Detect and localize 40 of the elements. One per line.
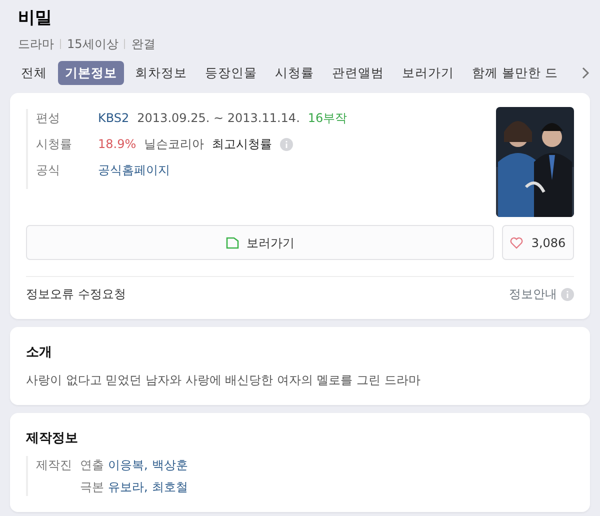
role-label: 극본 (80, 479, 104, 496)
tab[interactable]: 기본정보 (58, 60, 124, 86)
info-value: 2013.09.25. ~ 2013.11.14. (137, 110, 300, 128)
guide-label: 정보안내 (509, 286, 557, 304)
heart-icon (510, 236, 524, 249)
person-link[interactable]: 이응복, (108, 456, 148, 474)
section-heading: 제작정보 (26, 430, 79, 448)
like-button[interactable]: 3,086 (502, 225, 574, 260)
meta-label: 15세이상 (67, 36, 118, 52)
meta-label: 드라마 (18, 36, 54, 52)
chevron-right-icon[interactable] (582, 66, 590, 79)
intro-text: 사랑이 없다고 믿었던 남자와 사랑에 배신당한 여자의 멜로를 그린 드라마 (26, 372, 422, 389)
info-value: 16부작 (308, 110, 348, 128)
drama-title: 비밀 (18, 7, 53, 30)
role-label: 연출 (80, 457, 104, 474)
meta-label: 완결 (131, 36, 156, 52)
tab[interactable]: 회차정보 (128, 60, 194, 86)
tab[interactable]: 시청률 (268, 60, 321, 86)
person-link[interactable]: 백상훈 (152, 456, 188, 474)
info-link[interactable]: KBS2 (98, 109, 130, 128)
report-link[interactable]: 정보오류 수정요청 (26, 285, 126, 304)
tab[interactable]: 등장인물 (198, 60, 264, 86)
info-value: 닐슨코리아 (144, 136, 204, 154)
info-icon[interactable] (280, 138, 294, 151)
info-value: 18.9% (98, 136, 136, 154)
section-heading: 소개 (26, 344, 53, 362)
info-icon[interactable] (561, 288, 574, 301)
tab[interactable]: 전체 (14, 60, 54, 86)
info-value: 최고시청률 (212, 136, 272, 154)
info-label: 시청률 (36, 136, 73, 154)
info-label: 공식 (36, 162, 61, 180)
info-link[interactable]: 공식홈페이지 (98, 161, 170, 180)
person-link[interactable]: 유보라, (108, 478, 148, 496)
tab[interactable]: 관련앨범 (325, 60, 391, 86)
tab[interactable]: 보러가기 (395, 60, 461, 86)
production-label: 제작진 (36, 457, 72, 474)
info-label: 편성 (36, 110, 61, 128)
person-link[interactable]: 최호철 (152, 478, 188, 496)
watch-button[interactable]: 보러가기 (26, 225, 494, 260)
tab[interactable]: 함께 볼만한 드 (465, 60, 565, 86)
